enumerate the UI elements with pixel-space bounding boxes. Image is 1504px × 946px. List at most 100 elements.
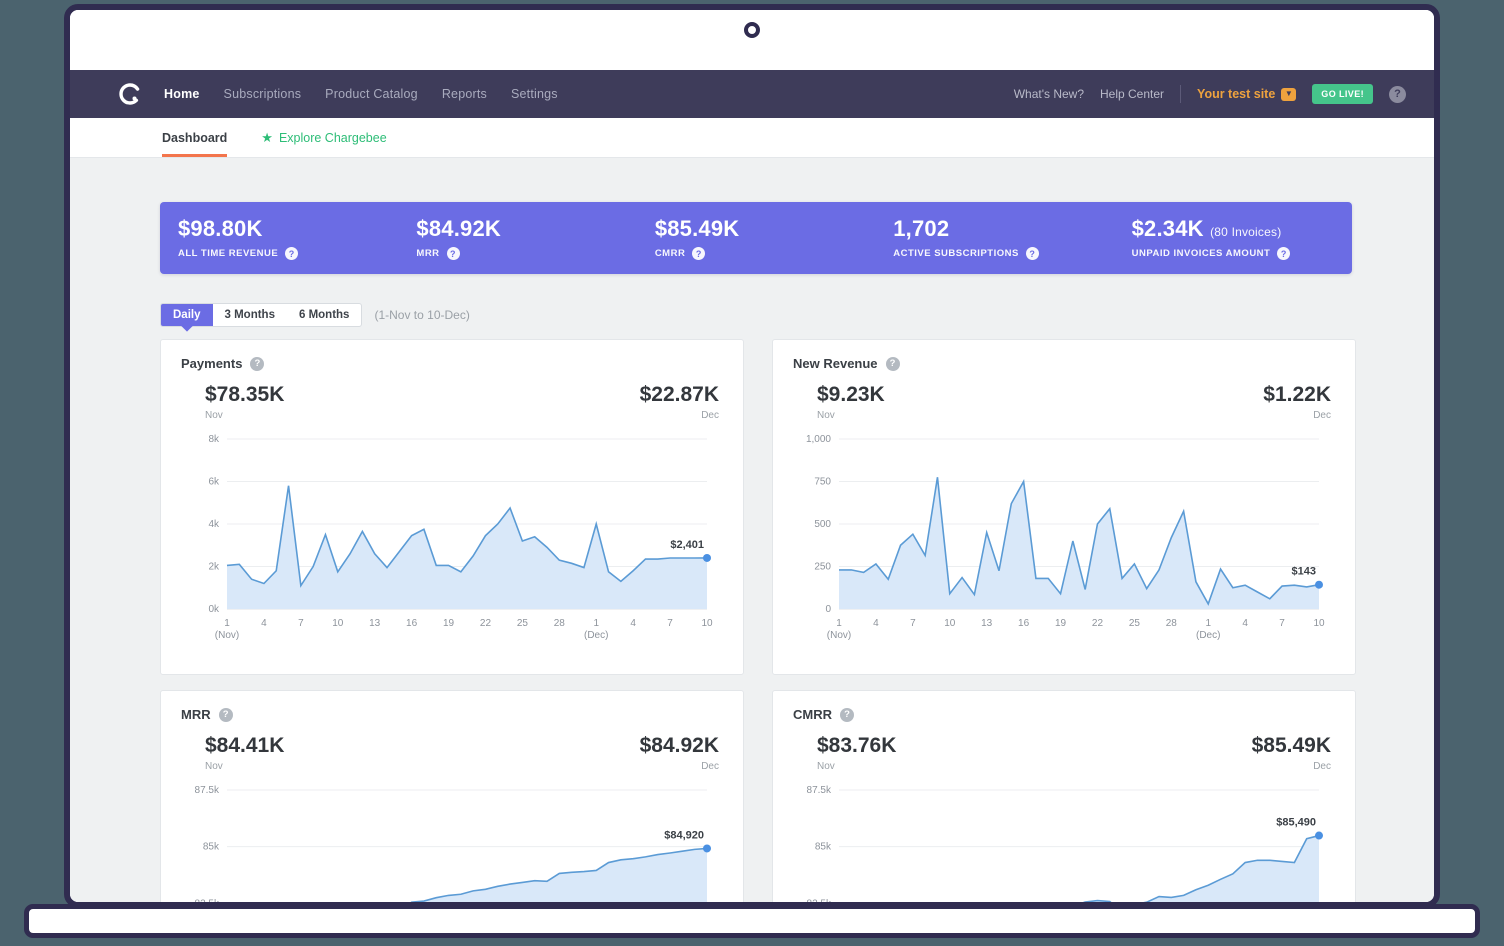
help-question-icon[interactable]: ? xyxy=(886,357,900,371)
device-camera-dot xyxy=(744,22,760,38)
svg-text:10: 10 xyxy=(944,618,956,629)
filter-daily-label: Daily xyxy=(173,309,201,321)
right-stat-label: Dec xyxy=(1252,761,1331,772)
svg-text:750: 750 xyxy=(814,477,831,488)
chart-svg: 02505007501,0001(Nov)47101316192225281(D… xyxy=(793,429,1335,645)
help-question-icon[interactable]: ? xyxy=(250,357,264,371)
last-point-dot xyxy=(703,554,711,562)
svg-text:22: 22 xyxy=(480,618,492,629)
help-question-icon[interactable]: ? xyxy=(219,708,233,722)
stat-value: $84.92K xyxy=(416,216,636,242)
filter-daily-button[interactable]: Daily xyxy=(161,304,213,326)
card-left-stat: $83.76K Nov xyxy=(817,734,896,772)
stat-value: $98.80K xyxy=(178,216,398,242)
left-stat-label: Nov xyxy=(205,410,284,421)
time-filter-row: Daily 3 Months 6 Months (1-Nov to 10-Dec… xyxy=(160,303,1352,327)
help-question-icon[interactable]: ? xyxy=(1026,247,1039,260)
svg-text:19: 19 xyxy=(443,618,455,629)
right-stat-value: $22.87K xyxy=(640,383,719,407)
stat-mrr: $84.92K MRR ? xyxy=(398,216,636,260)
go-live-button[interactable]: GO LIVE! xyxy=(1312,84,1373,104)
svg-text:2k: 2k xyxy=(208,562,220,573)
svg-text:(Dec): (Dec) xyxy=(584,630,608,641)
nav-link-subscriptions[interactable]: Subscriptions xyxy=(224,87,302,101)
svg-text:10: 10 xyxy=(1313,618,1325,629)
filter-3-months-button[interactable]: 3 Months xyxy=(213,304,287,326)
nav-link-home[interactable]: Home xyxy=(164,87,200,101)
help-question-icon[interactable]: ? xyxy=(285,247,298,260)
right-stat-label: Dec xyxy=(640,761,719,772)
card-left-stat: $84.41K Nov xyxy=(205,734,284,772)
device-base-bar xyxy=(24,904,1480,938)
help-center-link[interactable]: Help Center xyxy=(1100,87,1164,101)
right-stat-label: Dec xyxy=(640,410,719,421)
chevron-down-icon: ▼ xyxy=(1281,88,1296,101)
stat-label: UNPAID INVOICES AMOUNT xyxy=(1132,248,1271,259)
device-screen-frame: Home Subscriptions Product Catalog Repor… xyxy=(64,4,1440,908)
cmrr-area-chart: 80k82.5k85k87.5k1(Nov)47101316192225281(… xyxy=(793,780,1335,908)
svg-text:85k: 85k xyxy=(203,842,220,853)
payments-area-chart: 0k2k4k6k8k1(Nov)47101316192225281(Dec)47… xyxy=(181,429,723,650)
help-question-icon[interactable]: ? xyxy=(447,247,460,260)
svg-text:13: 13 xyxy=(369,618,381,629)
card-left-stat: $78.35K Nov xyxy=(205,383,284,421)
svg-text:25: 25 xyxy=(517,618,529,629)
svg-text:28: 28 xyxy=(554,618,566,629)
card-title: MRR xyxy=(181,707,211,722)
svg-text:(Dec): (Dec) xyxy=(1196,630,1220,641)
nav-link-product-catalog[interactable]: Product Catalog xyxy=(325,87,418,101)
filter-6-months-button[interactable]: 6 Months xyxy=(287,304,361,326)
last-point-label: $84,920 xyxy=(664,829,704,841)
screen-top-blank xyxy=(70,10,1434,70)
svg-text:13: 13 xyxy=(981,618,993,629)
last-point-dot xyxy=(1315,832,1323,840)
last-point-label: $143 xyxy=(1292,566,1316,578)
right-stat-value: $84.92K xyxy=(640,734,719,758)
summary-banner: $98.80K ALL TIME REVENUE ? $84.92K MRR ?… xyxy=(160,202,1352,274)
help-question-icon[interactable]: ? xyxy=(840,708,854,722)
help-question-icon[interactable]: ? xyxy=(1277,247,1290,260)
svg-text:6k: 6k xyxy=(208,477,220,488)
site-selector-dropdown[interactable]: Your test site ▼ xyxy=(1197,87,1296,101)
nav-link-settings[interactable]: Settings xyxy=(511,87,558,101)
stat-label: MRR xyxy=(416,248,439,259)
stat-active-subscriptions: 1,702 ACTIVE SUBSCRIPTIONS ? xyxy=(875,216,1113,260)
chargebee-logo-icon[interactable] xyxy=(118,82,142,106)
navbar-divider xyxy=(1180,85,1181,103)
svg-text:10: 10 xyxy=(701,618,713,629)
svg-text:0: 0 xyxy=(825,604,831,615)
left-stat-label: Nov xyxy=(817,410,885,421)
svg-text:28: 28 xyxy=(1166,618,1178,629)
time-range-segmented-control: Daily 3 Months 6 Months xyxy=(160,303,362,327)
stat-label: ACTIVE SUBSCRIPTIONS xyxy=(893,248,1019,259)
svg-text:4: 4 xyxy=(873,618,879,629)
nav-link-reports[interactable]: Reports xyxy=(442,87,487,101)
right-stat-value: $85.49K xyxy=(1252,734,1331,758)
last-point-dot xyxy=(1315,581,1323,589)
svg-text:16: 16 xyxy=(406,618,418,629)
svg-text:7: 7 xyxy=(1279,618,1285,629)
svg-text:7: 7 xyxy=(667,618,673,629)
svg-text:250: 250 xyxy=(814,562,831,573)
svg-text:87.5k: 87.5k xyxy=(807,785,832,796)
stat-value-suffix: (80 Invoices) xyxy=(1210,225,1281,239)
svg-text:1,000: 1,000 xyxy=(806,434,831,445)
svg-text:1: 1 xyxy=(593,618,599,629)
whats-new-link[interactable]: What's New? xyxy=(1014,87,1084,101)
svg-text:7: 7 xyxy=(298,618,304,629)
right-stat-value: $1.22K xyxy=(1263,383,1331,407)
help-question-icon[interactable]: ? xyxy=(692,247,705,260)
new-revenue-card: New Revenue ? $9.23K Nov $1.22K Dec 0250… xyxy=(772,339,1356,675)
stat-label: ALL TIME REVENUE xyxy=(178,248,278,259)
svg-text:10: 10 xyxy=(332,618,344,629)
tab-dashboard-label: Dashboard xyxy=(162,131,227,145)
right-stat-label: Dec xyxy=(1263,410,1331,421)
svg-text:16: 16 xyxy=(1018,618,1030,629)
help-question-icon[interactable]: ? xyxy=(1389,86,1406,103)
card-right-stat: $22.87K Dec xyxy=(640,383,719,421)
svg-text:22: 22 xyxy=(1092,618,1104,629)
tab-dashboard[interactable]: Dashboard xyxy=(162,118,227,157)
explore-chargebee-link[interactable]: ★ Explore Chargebee xyxy=(261,130,386,146)
stat-value: 1,702 xyxy=(893,216,1113,242)
card-left-stat: $9.23K Nov xyxy=(817,383,885,421)
